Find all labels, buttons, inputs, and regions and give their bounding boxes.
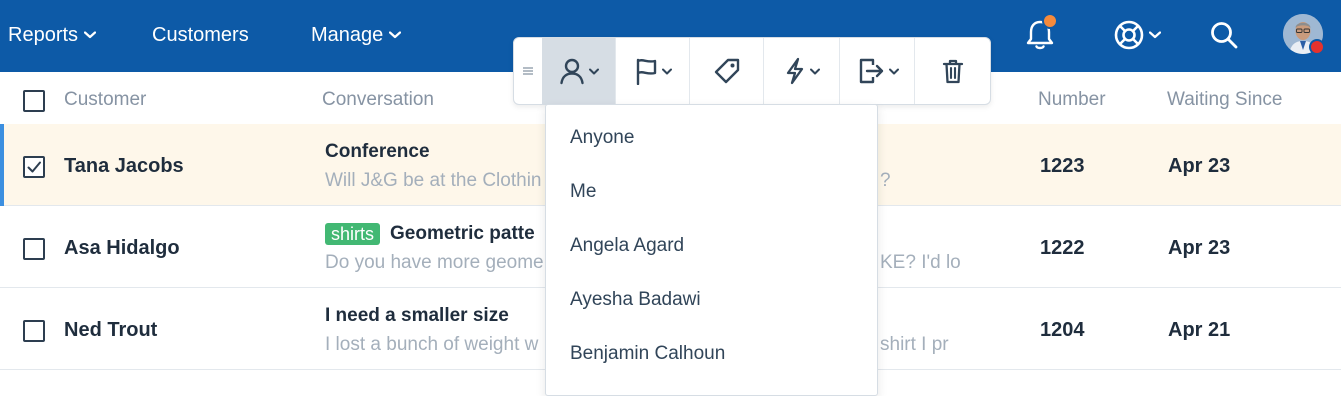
bulk-actions-toolbar — [513, 37, 991, 105]
conversation-number: 1223 — [1040, 155, 1085, 177]
drag-handle[interactable] — [514, 38, 542, 104]
customer-name: Ned Trout — [64, 319, 158, 341]
select-all-checkbox[interactable] — [23, 90, 45, 112]
chevron-down-icon — [588, 68, 599, 74]
status-badge — [1309, 39, 1325, 55]
assign-dropdown-menu: Anyone Me Angela Agard Ayesha Badawi Ben… — [545, 104, 878, 396]
waiting-since: Apr 23 — [1168, 237, 1231, 259]
chevron-down-icon — [389, 31, 402, 39]
drag-handle-icon — [523, 67, 533, 75]
move-icon — [859, 58, 883, 84]
customer-name: Asa Hidalgo — [64, 237, 180, 259]
notifications-button[interactable] — [1024, 13, 1058, 52]
chevron-down-icon — [810, 68, 820, 74]
lifebuoy-icon — [1114, 20, 1144, 50]
row-checkbox[interactable] — [23, 238, 45, 260]
chevron-down-icon — [1149, 31, 1161, 39]
nav-manage-menu[interactable]: Manage — [311, 22, 402, 48]
workflow-button[interactable] — [763, 38, 840, 104]
chevron-down-icon — [84, 31, 97, 39]
chevron-down-icon — [888, 68, 899, 74]
assign-option[interactable]: Anyone — [570, 125, 634, 151]
tag-badge[interactable]: shirts — [325, 223, 381, 245]
customer-name: Tana Jacobs — [64, 155, 184, 177]
nav-customers-label: Customers — [152, 24, 249, 46]
assign-option[interactable]: Me — [570, 179, 596, 205]
column-header-waiting-since[interactable]: Waiting Since — [1167, 88, 1282, 112]
waiting-since: Apr 21 — [1168, 319, 1231, 341]
conversation-preview-tail: ? — [880, 170, 891, 191]
delete-button[interactable] — [914, 38, 990, 104]
status-button[interactable] — [615, 38, 690, 104]
assign-icon — [559, 58, 584, 85]
assign-option[interactable]: Benjamin Calhoun — [570, 341, 725, 367]
flag-icon — [636, 58, 657, 85]
column-header-number[interactable]: Number — [1038, 88, 1106, 112]
search-button[interactable] — [1208, 19, 1240, 51]
conversation-subject[interactable]: I need a smaller size — [325, 304, 509, 328]
subject-text: I need a smaller size — [325, 305, 509, 326]
lightning-icon — [786, 57, 804, 85]
chevron-down-icon — [662, 68, 672, 74]
conversation-number: 1222 — [1040, 237, 1085, 259]
conversation-preview-tail: KE? I'd lov — [880, 252, 960, 273]
assign-option[interactable]: Angela Agard — [570, 233, 684, 259]
column-header-customer[interactable]: Customer — [64, 88, 146, 112]
search-icon — [1211, 22, 1238, 49]
nav-reports-menu[interactable]: Reports — [8, 22, 97, 48]
notification-dot — [1042, 13, 1058, 29]
subject-text: Geometric patte — [390, 223, 535, 244]
help-menu-button[interactable] — [1113, 19, 1165, 51]
conversation-subject[interactable]: Conference — [325, 140, 430, 164]
subject-text: Conference — [325, 141, 430, 162]
tag-button[interactable] — [689, 38, 764, 104]
nav-reports-label: Reports — [8, 24, 79, 46]
tag-icon — [714, 58, 740, 84]
row-checkbox[interactable] — [23, 320, 45, 342]
checkmark-icon — [27, 161, 41, 173]
conversation-subject[interactable]: shirts Geometric patte — [325, 222, 535, 246]
nav-manage-label: Manage — [311, 24, 384, 46]
conversation-number: 1204 — [1040, 319, 1085, 341]
nav-customers-link[interactable]: Customers — [152, 22, 249, 48]
assign-option[interactable]: Ayesha Badawi — [570, 287, 701, 313]
trash-icon — [942, 59, 964, 84]
column-header-conversation[interactable]: Conversation — [322, 88, 434, 112]
row-checkbox[interactable] — [23, 156, 45, 178]
conversation-preview-tail: shirt I pr — [880, 334, 949, 355]
assign-button[interactable] — [542, 38, 615, 104]
move-button[interactable] — [839, 38, 915, 104]
waiting-since: Apr 23 — [1168, 155, 1231, 177]
